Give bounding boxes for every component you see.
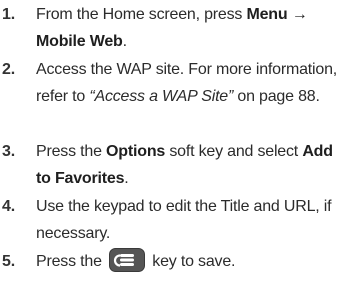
step-number: 1. — [2, 6, 15, 23]
menu-label: Menu — [246, 6, 288, 23]
text: . — [124, 170, 129, 187]
step-4: 4. Use the keypad to edit the Title and … — [0, 193, 351, 247]
mobile-web-label: Mobile Web — [36, 33, 123, 50]
step-text: Use the keypad to edit the Title and URL… — [36, 198, 332, 242]
step-1: 1. From the Home screen, press Menu → Mob… — [0, 1, 351, 55]
text: From the Home screen, press — [36, 6, 247, 23]
text: soft key and select — [165, 143, 303, 160]
step-number: 5. — [2, 253, 15, 270]
step-number: 3. — [2, 143, 15, 160]
section-reference: “Access a WAP Site” — [89, 88, 234, 105]
arrow: → — [291, 6, 308, 23]
options-label: Options — [106, 143, 166, 160]
instruction-list: 1. From the Home screen, press Menu → Mob… — [0, 0, 351, 287]
step-2: 2. Access the WAP site. For more informa… — [0, 56, 351, 110]
step-number: 4. — [2, 198, 15, 215]
step-5: 5. Press the key to save. — [0, 248, 351, 275]
step-text: Press the Options soft key and select Ad… — [36, 138, 348, 192]
step-text: Access the WAP site. For more informatio… — [36, 56, 348, 110]
text: . — [122, 33, 127, 50]
step-3: 3. Press the Options soft key and select… — [0, 138, 351, 192]
text: key to save. — [148, 253, 236, 270]
step-text: Press the key to save. — [36, 248, 348, 275]
step-number: 2. — [2, 61, 15, 78]
text: Press the — [36, 143, 107, 160]
step-text: From the Home screen, press Menu → Mobile… — [36, 1, 348, 55]
text: on page 88. — [233, 88, 320, 105]
save-key-icon — [109, 248, 146, 272]
text: Press the — [36, 253, 107, 270]
